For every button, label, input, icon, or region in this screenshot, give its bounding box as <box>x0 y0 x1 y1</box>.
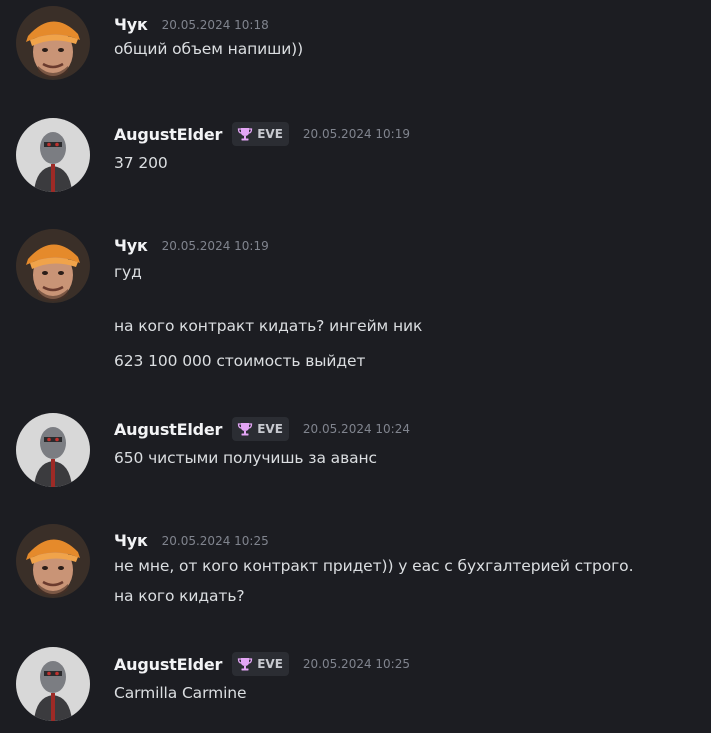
timestamp: 20.05.2024 10:25 <box>302 657 410 671</box>
trophy-icon <box>238 128 253 141</box>
avatar[interactable] <box>16 229 90 303</box>
trophy-icon <box>238 423 253 436</box>
robot-avatar-image <box>16 647 90 721</box>
message-text: на кого кидать? <box>114 587 245 605</box>
robot-avatar-image <box>16 118 90 192</box>
avatar[interactable] <box>16 647 90 721</box>
chuk-avatar-image <box>16 6 90 80</box>
message-text: не мне, от кого контракт придет)) у еас … <box>114 557 634 575</box>
chuk-avatar-image <box>16 524 90 598</box>
message-text: на кого контракт кидать? ингейм ник <box>114 317 423 335</box>
avatar[interactable] <box>16 118 90 192</box>
timestamp: 20.05.2024 10:19 <box>161 238 269 253</box>
badge-label: EVE <box>257 127 283 141</box>
message-header: AugustElder EVE 20.05.2024 10:25 <box>114 652 410 676</box>
avatar[interactable] <box>16 413 90 487</box>
message-text: общий объем напиши)) <box>114 40 304 58</box>
message-header: Чук 20.05.2024 10:25 <box>114 531 269 550</box>
message-text: Carmilla Carmine <box>114 684 247 702</box>
message-header: Чук 20.05.2024 10:18 <box>114 15 269 34</box>
message-text: 650 чистыми получишь за аванс <box>114 449 377 467</box>
badge-label: EVE <box>257 657 283 671</box>
timestamp: 20.05.2024 10:18 <box>161 17 269 32</box>
author-name[interactable]: AugustElder <box>114 125 222 144</box>
timestamp: 20.05.2024 10:24 <box>302 422 410 436</box>
server-tag-badge[interactable]: EVE <box>232 417 289 441</box>
message-header: Чук 20.05.2024 10:19 <box>114 236 269 255</box>
author-name[interactable]: AugustElder <box>114 655 222 674</box>
message-header: AugustElder EVE 20.05.2024 10:19 <box>114 122 410 146</box>
timestamp: 20.05.2024 10:19 <box>302 127 410 141</box>
author-name[interactable]: Чук <box>114 15 148 34</box>
author-name[interactable]: Чук <box>114 531 148 550</box>
badge-label: EVE <box>257 422 283 436</box>
avatar[interactable] <box>16 524 90 598</box>
message-text: гуд <box>114 263 142 281</box>
trophy-icon <box>238 658 253 671</box>
message-text: 623 100 000 стоимость выйдет <box>114 352 366 370</box>
server-tag-badge[interactable]: EVE <box>232 652 289 676</box>
robot-avatar-image <box>16 413 90 487</box>
avatar[interactable] <box>16 6 90 80</box>
message-header: AugustElder EVE 20.05.2024 10:24 <box>114 417 410 441</box>
server-tag-badge[interactable]: EVE <box>232 122 289 146</box>
message-text: 37 200 <box>114 154 168 172</box>
author-name[interactable]: AugustElder <box>114 420 222 439</box>
chuk-avatar-image <box>16 229 90 303</box>
timestamp: 20.05.2024 10:25 <box>161 533 269 548</box>
author-name[interactable]: Чук <box>114 236 148 255</box>
